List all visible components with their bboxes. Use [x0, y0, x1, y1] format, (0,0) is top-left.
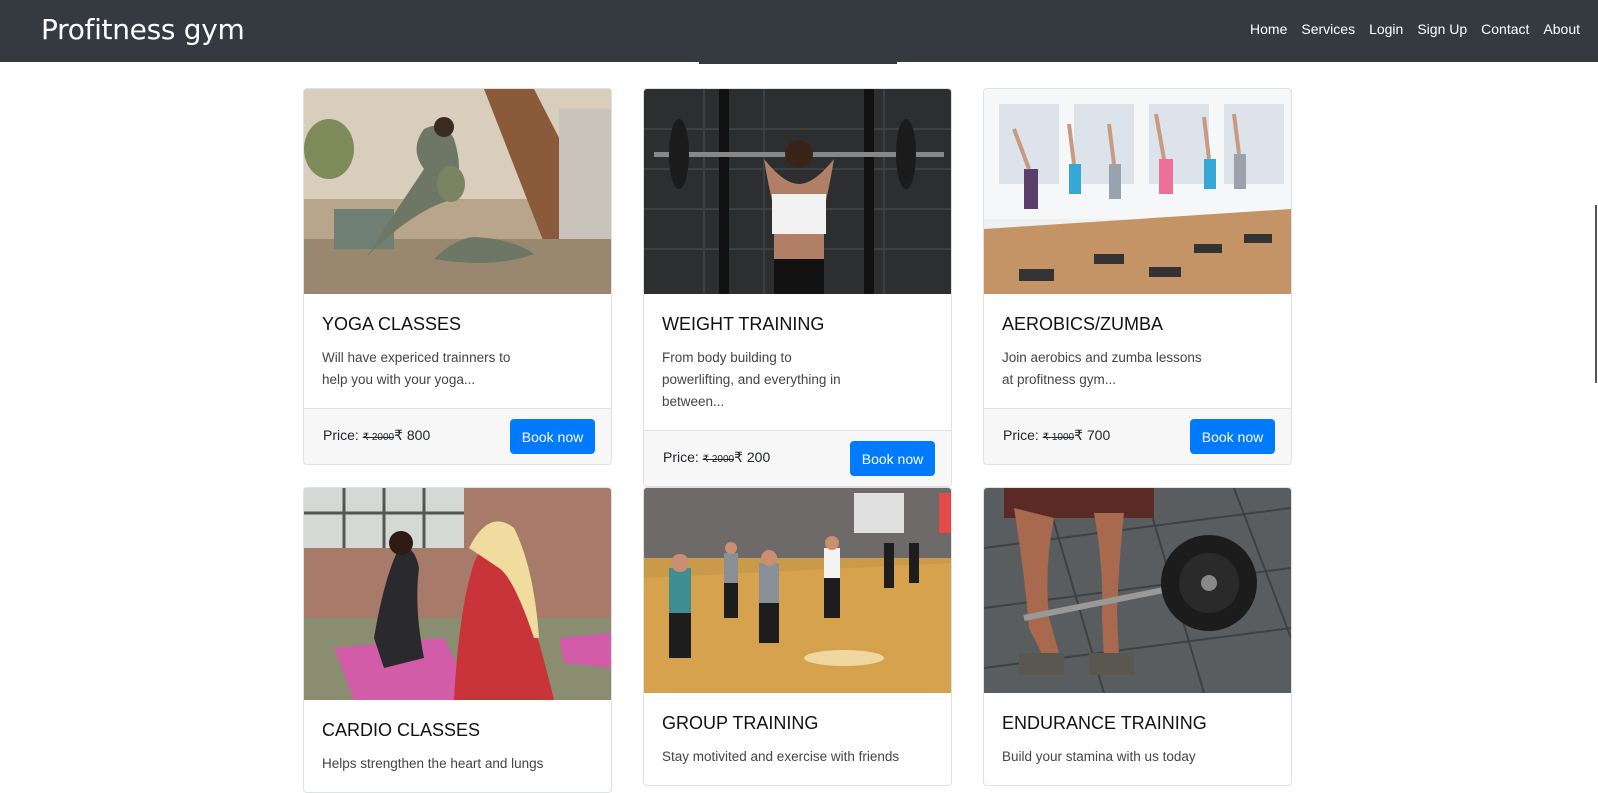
card-title: GROUP TRAINING	[662, 713, 819, 733]
old-price: ₹ 2000	[702, 454, 735, 465]
price: Price: ₹ 2000₹ 200	[663, 449, 770, 466]
service-card-cardio: CARDIO CLASSES Helps strengthen the hear…	[303, 487, 612, 793]
service-card-endurance: ENDURANCE TRAINING Build your stamina wi…	[983, 487, 1292, 786]
aerobics-image	[984, 89, 1291, 294]
scrollbar-thumb[interactable]	[1595, 205, 1597, 383]
service-card-weight: WEIGHT TRAINING From body building to po…	[643, 88, 952, 487]
nav-link-about[interactable]: About	[1543, 21, 1580, 37]
book-now-button[interactable]: Book now	[1190, 419, 1275, 454]
card-title: WEIGHT TRAINING	[662, 314, 825, 334]
card-footer: Price: ₹ 1000₹ 700 Book now	[984, 408, 1291, 464]
nav-link-services[interactable]: Services	[1301, 21, 1355, 37]
price-label: Price:	[1003, 427, 1039, 443]
service-card-yoga: YOGA CLASSES Will have expericed trainne…	[303, 88, 612, 465]
card-footer: Price: ₹ 2000₹ 800 Book now	[304, 408, 611, 464]
new-price: ₹ 800	[394, 427, 431, 443]
navbar: Profitness gym Home Services Login Sign …	[0, 0, 1598, 62]
card-text: Build your stamina with us today	[1002, 749, 1196, 764]
weight-training-image	[644, 89, 951, 294]
price-label: Price:	[663, 449, 699, 465]
card-title: AEROBICS/ZUMBA	[1002, 314, 1164, 334]
price-label: Price:	[323, 427, 359, 443]
endurance-image	[984, 488, 1291, 693]
book-now-button[interactable]: Book now	[850, 441, 935, 476]
price: Price: ₹ 2000₹ 800	[323, 427, 430, 444]
nav-link-login[interactable]: Login	[1369, 21, 1403, 37]
old-price: ₹ 1000	[1042, 432, 1075, 443]
brand-logo[interactable]: Profitness gym	[41, 13, 245, 46]
price: Price: ₹ 1000₹ 700	[1003, 427, 1110, 444]
nav-link-signup[interactable]: Sign Up	[1417, 21, 1467, 37]
card-title: CARDIO CLASSES	[322, 720, 481, 740]
yoga-image	[304, 89, 611, 294]
service-card-aerobics: AEROBICS/ZUMBA Join aerobics and zumba l…	[983, 88, 1292, 465]
card-text: Will have expericed trainners to help yo…	[322, 350, 511, 387]
new-price: ₹ 200	[734, 449, 771, 465]
card-text: From body building to powerlifting, and …	[662, 350, 841, 409]
book-now-button[interactable]: Book now	[510, 419, 595, 454]
nav-link-home[interactable]: Home	[1250, 21, 1287, 37]
nav-links: Home Services Login Sign Up Contact Abou…	[1236, 21, 1580, 37]
section-underline	[699, 62, 897, 64]
old-price: ₹ 2000	[362, 432, 395, 443]
card-text: Helps strengthen the heart and lungs	[322, 756, 544, 771]
card-footer: Price: ₹ 2000₹ 200 Book now	[644, 430, 951, 486]
group-training-image	[644, 488, 951, 693]
nav-link-contact[interactable]: Contact	[1481, 21, 1529, 37]
new-price: ₹ 700	[1074, 427, 1111, 443]
card-text: Join aerobics and zumba lessons at profi…	[1002, 350, 1202, 387]
card-text: Stay motivited and exercise with friends	[662, 749, 900, 764]
service-card-group: GROUP TRAINING Stay motivited and exerci…	[643, 487, 952, 786]
card-title: YOGA CLASSES	[322, 314, 462, 334]
card-title: ENDURANCE TRAINING	[1002, 713, 1207, 733]
cardio-image	[304, 488, 611, 700]
